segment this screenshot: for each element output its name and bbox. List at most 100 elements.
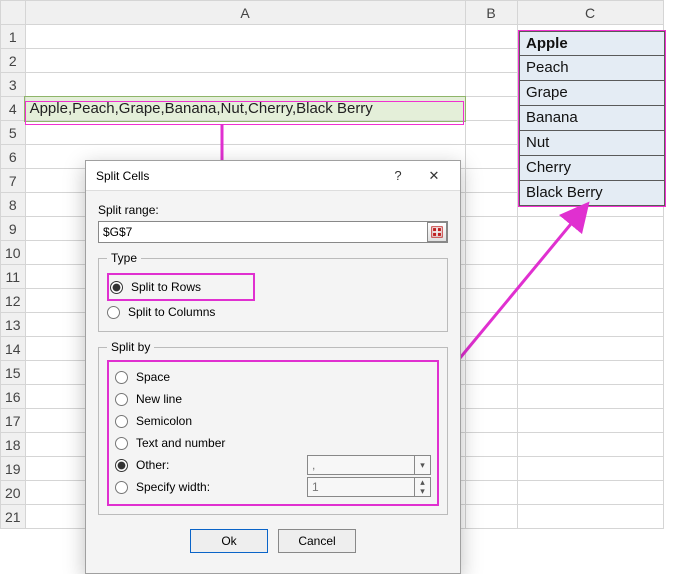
row-header[interactable]: 5: [1, 121, 26, 145]
row-header[interactable]: 21: [1, 505, 26, 529]
cell[interactable]: [465, 25, 517, 49]
cell[interactable]: [517, 361, 663, 385]
cell[interactable]: [517, 433, 663, 457]
cell[interactable]: [517, 337, 663, 361]
select-all-corner[interactable]: [1, 1, 26, 25]
radio-split-rows[interactable]: Split to Rows: [110, 276, 201, 298]
radio-width-input[interactable]: [115, 481, 128, 494]
radio-textnum[interactable]: Text and number: [115, 432, 431, 454]
cell[interactable]: [517, 457, 663, 481]
spin-down-icon[interactable]: ▾: [414, 487, 430, 496]
col-header-b[interactable]: B: [465, 1, 517, 25]
cell[interactable]: [465, 289, 517, 313]
cell[interactable]: [517, 409, 663, 433]
annotation-a4-highlight: [25, 101, 464, 125]
cell[interactable]: [465, 73, 517, 97]
cell[interactable]: [465, 433, 517, 457]
cell[interactable]: [465, 193, 517, 217]
radio-width-row: Specify width: ▴ ▾: [115, 476, 431, 498]
ok-button[interactable]: Ok: [190, 529, 268, 553]
cell[interactable]: [465, 409, 517, 433]
cell[interactable]: [517, 481, 663, 505]
row-header[interactable]: 18: [1, 433, 26, 457]
other-delimiter-input[interactable]: [307, 455, 431, 475]
row-header[interactable]: 10: [1, 241, 26, 265]
list-item: Apple: [519, 31, 665, 56]
cell[interactable]: [517, 289, 663, 313]
cell[interactable]: [465, 145, 517, 169]
row-header[interactable]: 4: [1, 97, 26, 121]
row-header[interactable]: 15: [1, 361, 26, 385]
row-header[interactable]: 8: [1, 193, 26, 217]
radio-label: Semicolon: [136, 414, 192, 428]
radio-other-input[interactable]: [115, 459, 128, 472]
radio-split-rows-input[interactable]: [110, 281, 123, 294]
width-input[interactable]: [307, 477, 431, 497]
radio-newline[interactable]: New line: [115, 388, 431, 410]
close-button[interactable]: ✕: [416, 163, 452, 189]
cell[interactable]: [465, 361, 517, 385]
cell[interactable]: [465, 313, 517, 337]
split-cells-dialog: Split Cells ? ✕ Split range: Type Split …: [85, 160, 461, 574]
type-legend: Type: [107, 251, 141, 265]
radio-space-input[interactable]: [115, 371, 128, 384]
col-header-a[interactable]: A: [25, 1, 465, 25]
col-header-c[interactable]: C: [517, 1, 663, 25]
radio-label: New line: [136, 392, 182, 406]
dialog-titlebar[interactable]: Split Cells ? ✕: [86, 161, 460, 191]
radio-space[interactable]: Space: [115, 366, 431, 388]
cell[interactable]: [465, 97, 517, 121]
row-header[interactable]: 14: [1, 337, 26, 361]
cell[interactable]: [465, 265, 517, 289]
cell[interactable]: [465, 505, 517, 529]
row-header[interactable]: 20: [1, 481, 26, 505]
row-header[interactable]: 1: [1, 25, 26, 49]
cell[interactable]: [517, 385, 663, 409]
row-header[interactable]: 16: [1, 385, 26, 409]
splitby-legend: Split by: [107, 340, 154, 354]
radio-textnum-input[interactable]: [115, 437, 128, 450]
help-button[interactable]: ?: [380, 163, 416, 189]
result-list: Apple Peach Grape Banana Nut Cherry Blac…: [518, 30, 666, 207]
cell[interactable]: [465, 169, 517, 193]
cell[interactable]: [465, 337, 517, 361]
cell[interactable]: [465, 49, 517, 73]
cell[interactable]: [465, 457, 517, 481]
cell[interactable]: [517, 313, 663, 337]
radio-semicolon[interactable]: Semicolon: [115, 410, 431, 432]
range-picker-button[interactable]: [427, 222, 447, 242]
cell[interactable]: [465, 121, 517, 145]
cell[interactable]: [517, 217, 663, 241]
list-item: Black Berry: [519, 181, 665, 206]
radio-split-cols[interactable]: Split to Columns: [107, 301, 439, 323]
cell[interactable]: [465, 241, 517, 265]
dialog-title: Split Cells: [96, 169, 380, 183]
cell[interactable]: [465, 217, 517, 241]
cell[interactable]: [25, 25, 465, 49]
row-header[interactable]: 12: [1, 289, 26, 313]
cell[interactable]: [517, 265, 663, 289]
cell[interactable]: [25, 73, 465, 97]
row-header[interactable]: 13: [1, 313, 26, 337]
radio-split-cols-input[interactable]: [107, 306, 120, 319]
row-header[interactable]: 17: [1, 409, 26, 433]
row-header[interactable]: 3: [1, 73, 26, 97]
row-header[interactable]: 11: [1, 265, 26, 289]
cell[interactable]: [517, 505, 663, 529]
chevron-down-icon[interactable]: ▾: [414, 456, 430, 474]
row-header[interactable]: 19: [1, 457, 26, 481]
list-item: Nut: [519, 131, 665, 156]
cell[interactable]: [517, 241, 663, 265]
row-header[interactable]: 2: [1, 49, 26, 73]
cell[interactable]: [465, 481, 517, 505]
row-header[interactable]: 9: [1, 217, 26, 241]
cell[interactable]: [465, 385, 517, 409]
radio-semicolon-input[interactable]: [115, 415, 128, 428]
row-header[interactable]: 7: [1, 169, 26, 193]
row-header[interactable]: 6: [1, 145, 26, 169]
split-range-input[interactable]: [98, 221, 448, 243]
list-item: Cherry: [519, 156, 665, 181]
cancel-button[interactable]: Cancel: [278, 529, 356, 553]
cell[interactable]: [25, 49, 465, 73]
radio-newline-input[interactable]: [115, 393, 128, 406]
